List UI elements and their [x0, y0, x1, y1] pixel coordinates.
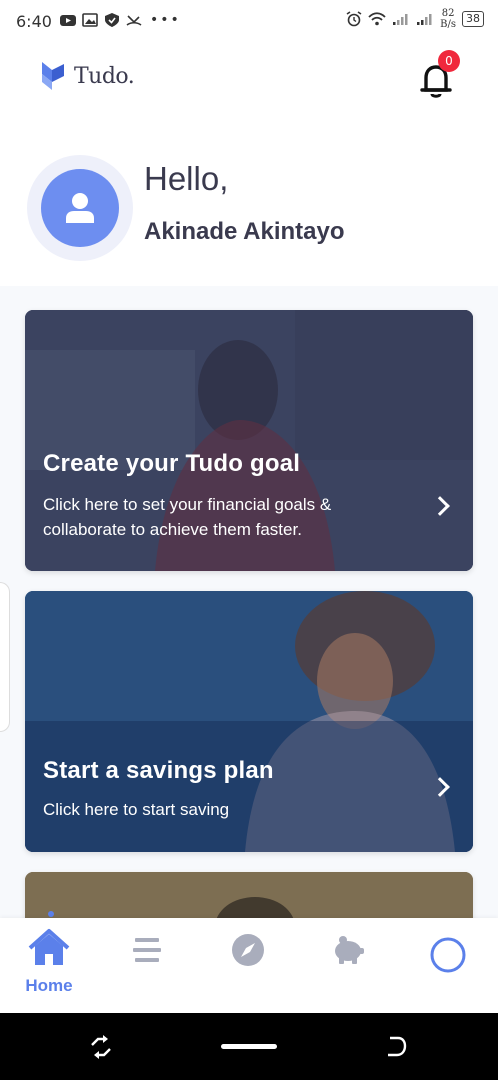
create-goal-description: Click here to set your financial goals &…	[43, 495, 332, 539]
nav-explore[interactable]	[208, 918, 288, 1013]
battery-icon: 38	[462, 11, 484, 27]
status-time: 6:40	[16, 12, 52, 31]
missed-call-icon	[126, 15, 142, 26]
status-bar: 6:40 ••• 82 B/s 38	[0, 0, 498, 44]
nav-profile[interactable]	[408, 918, 488, 1013]
wifi-icon	[368, 12, 386, 26]
list-icon	[133, 938, 161, 962]
create-goal-card[interactable]: Create your Tudo goal Click here to set …	[25, 310, 473, 571]
network-speed-value: 82	[441, 8, 455, 19]
shield-icon	[105, 13, 119, 27]
gallery-icon	[82, 13, 98, 27]
status-notification-icons: •••	[60, 12, 181, 28]
profile-circle-icon	[430, 937, 466, 973]
compass-icon	[232, 934, 264, 966]
youtube-icon	[60, 15, 76, 26]
network-speed: 82 B/s	[440, 8, 456, 30]
rotate-icon[interactable]	[88, 1035, 114, 1059]
greeting-section: Hello, Akinade Akintayo	[0, 150, 498, 280]
status-system-icons: 82 B/s 38	[346, 8, 484, 30]
side-drawer-handle[interactable]	[0, 582, 10, 732]
home-gesture-bar[interactable]	[221, 1044, 277, 1049]
more-notifications-icon: •••	[150, 12, 181, 28]
app-header: Tudo. 0	[0, 44, 498, 124]
nav-savings[interactable]	[308, 918, 388, 1013]
home-icon	[28, 929, 70, 965]
savings-plan-title: Start a savings plan	[43, 757, 274, 784]
nav-home-label: Home	[25, 976, 73, 995]
user-name: Akinade Akintayo	[144, 218, 345, 245]
greeting-hello: Hello,	[144, 160, 229, 197]
network-speed-unit: B/s	[440, 19, 456, 30]
avatar[interactable]	[41, 169, 119, 247]
nav-transactions[interactable]	[108, 918, 188, 1013]
signal-2-icon	[417, 14, 432, 25]
promo-card-photo	[25, 872, 473, 918]
tudo-logo[interactable]: Tudo.	[40, 60, 135, 92]
tudo-logo-mark-icon	[42, 62, 64, 90]
notification-badge: 0	[438, 50, 460, 72]
nav-home[interactable]: Home	[9, 918, 89, 1013]
alarm-icon	[346, 11, 362, 27]
logo-text: Tudo.	[74, 63, 135, 89]
savings-plan-card[interactable]: Start a savings plan Click here to start…	[25, 591, 473, 852]
piggy-bank-icon	[335, 936, 364, 964]
bottom-navigation: Home	[0, 918, 498, 1013]
user-icon	[66, 193, 94, 223]
home-content: Create your Tudo goal Click here to set …	[0, 286, 498, 918]
savings-plan-description: Click here to start saving	[43, 800, 230, 819]
create-goal-title: Create your Tudo goal	[43, 450, 301, 477]
signal-icon	[393, 14, 408, 25]
back-icon[interactable]	[384, 1035, 408, 1059]
promo-card[interactable]	[25, 872, 473, 918]
system-navigation-bar	[0, 1013, 498, 1080]
